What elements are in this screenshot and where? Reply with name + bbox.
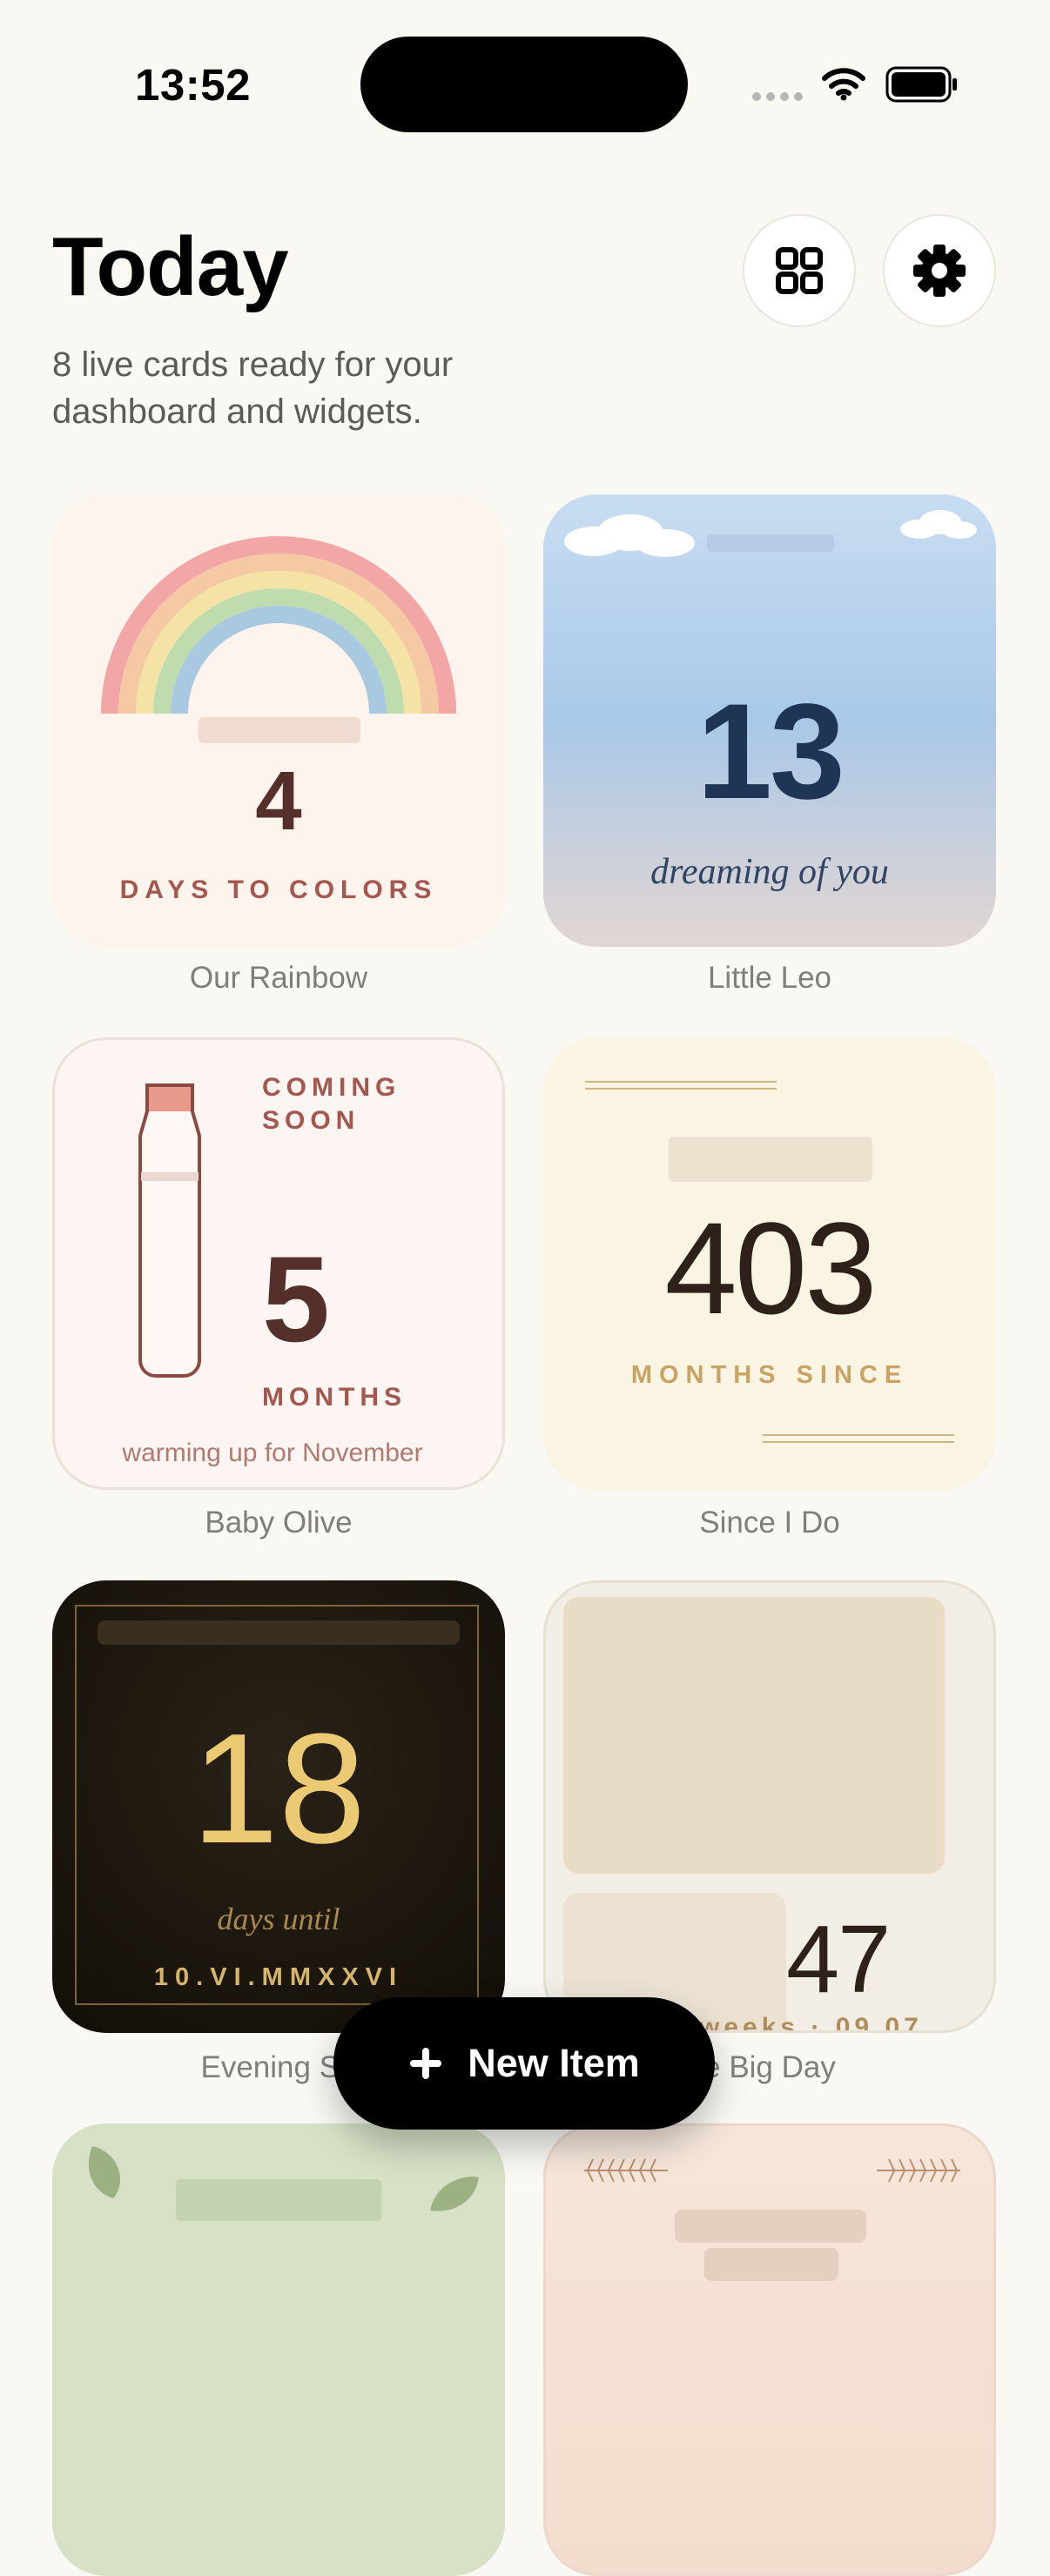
card-since-i-do[interactable]: 403 MONTHS SINCE	[543, 1037, 996, 1490]
new-item-label: New Item	[468, 2041, 640, 2085]
card-leaves[interactable]	[52, 2123, 505, 2576]
card-label: days until	[217, 1902, 340, 1936]
wifi-icon	[822, 68, 865, 101]
card-number: 18	[191, 1701, 367, 1876]
card-date: 10.VI.MMXXVI	[153, 1963, 404, 1991]
card-number: 47	[786, 1906, 891, 2013]
cloud-icon	[564, 514, 695, 557]
card-baby-olive[interactable]: COMING SOON 5 MONTHS warming up for Nove…	[52, 1037, 505, 1490]
title-placeholder	[176, 2179, 381, 2221]
gear-icon	[913, 245, 966, 297]
cloud-icon	[900, 510, 977, 539]
card-caption: Our Rainbow	[189, 961, 368, 995]
wheat-icon	[877, 2158, 960, 2183]
leaf-icon	[430, 2177, 479, 2211]
card-number: 13	[697, 676, 845, 828]
title-placeholder	[675, 2210, 866, 2243]
card-number: 4	[255, 755, 302, 848]
card-top-label: COMING SOON	[262, 1073, 401, 1135]
card-number: 403	[664, 1195, 877, 1341]
card-footer: warming up for November	[122, 1439, 423, 1467]
title-placeholder	[199, 717, 360, 743]
card-label: MONTHS	[262, 1383, 407, 1412]
card-label: DAYS TO COLORS	[119, 875, 438, 904]
photo-placeholder	[563, 1597, 945, 1874]
card-label: MONTHS SINCE	[630, 1361, 909, 1389]
subtitle-placeholder	[704, 2248, 838, 2281]
grid-icon	[776, 247, 823, 294]
cellular-signal-icon	[752, 92, 803, 101]
status-time: 13:52	[135, 60, 251, 110]
card-our-rainbow[interactable]: 4 DAYS TO COLORS	[52, 494, 505, 947]
page-subtitle: 8 live cards ready for your dashboard an…	[52, 345, 454, 431]
card-label: weeks · 09.07.…	[699, 2013, 966, 2033]
rainbow-icon	[101, 536, 456, 714]
page-title: Today	[52, 220, 289, 313]
battery-icon	[885, 66, 957, 103]
title-placeholder	[669, 1137, 872, 1182]
dynamic-island	[360, 37, 688, 132]
bottle-icon	[138, 1083, 201, 1378]
new-item-button[interactable]: New Item	[333, 1997, 715, 2130]
card-number: 5	[262, 1231, 330, 1367]
leaf-icon	[88, 2146, 120, 2198]
title-placeholder	[707, 534, 834, 552]
divider	[585, 1081, 777, 1090]
title-placeholder	[98, 1620, 460, 1645]
card-caption: Since I Do	[699, 1506, 840, 1540]
card-caption: Baby Olive	[205, 1506, 353, 1540]
card-label: dreaming of you	[650, 852, 889, 892]
wheat-icon	[584, 2158, 668, 2183]
divider	[763, 1434, 954, 1443]
card-caption: Little Leo	[707, 961, 832, 995]
card-wheat[interactable]	[543, 2123, 996, 2576]
settings-button[interactable]	[883, 214, 996, 327]
grid-view-button[interactable]	[743, 214, 856, 327]
card-little-leo[interactable]: 13 dreaming of you	[543, 494, 996, 947]
plus-icon	[410, 2048, 442, 2079]
card-big-day[interactable]: 47 weeks · 09.07.…	[543, 1580, 996, 2033]
card-evening[interactable]: 18 days until 10.VI.MMXXVI	[52, 1580, 505, 2033]
